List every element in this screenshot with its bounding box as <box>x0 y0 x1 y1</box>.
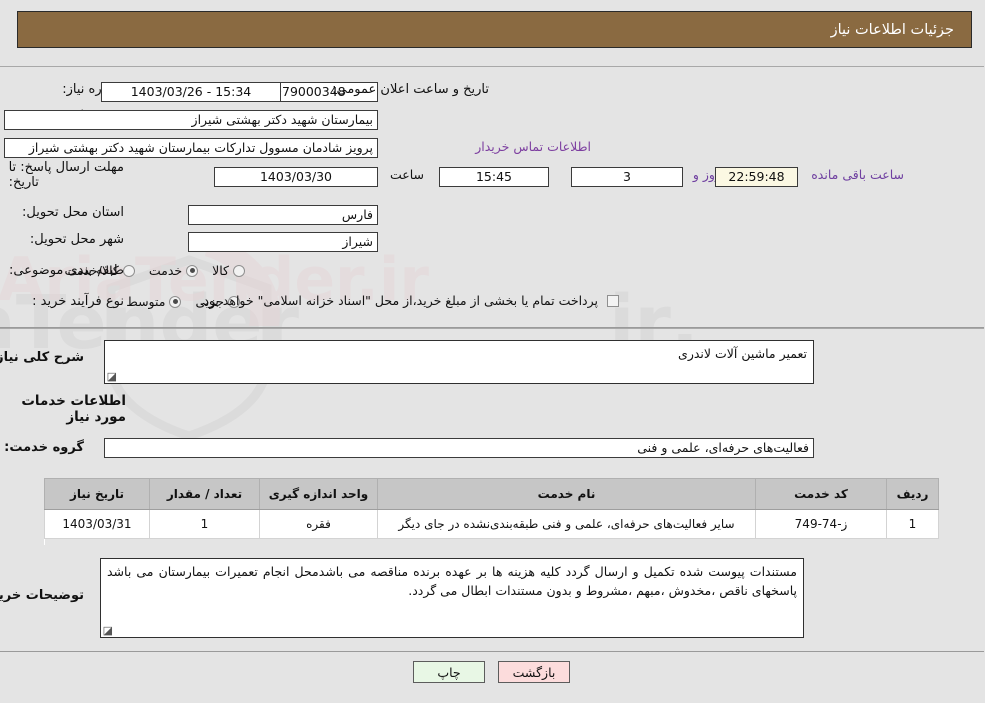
requester-value[interactable]: پرویز شادمان مسوول تدارکات بیمارستان شهی… <box>5 138 379 158</box>
days-remaining-value[interactable]: 3 <box>572 167 684 187</box>
radio-category-kala-khedmat-label: کالا/خدمت <box>65 263 120 278</box>
need-info-panel <box>0 66 985 328</box>
row-announce-label: تاریخ و ساعت اعلان عمومی: <box>329 82 490 97</box>
province-value[interactable]: فارس <box>189 205 379 225</box>
table-spacer-cell <box>45 538 940 545</box>
service-group-value[interactable]: فعالیت‌های حرفه‌ای، علمی و فنی <box>105 438 815 458</box>
service-items-table-wrap: ردیف کد خدمت نام خدمت واحد اندازه گیری ت… <box>45 478 940 545</box>
buyer-org-value[interactable]: بیمارستان شهید دکتر بهشتی شیراز <box>5 110 379 130</box>
cell-unit: فقره <box>260 509 379 539</box>
radio-category-khedmat-label: خدمت <box>149 263 184 278</box>
row-deadline-label: مهلت ارسال پاسخ: تا تاریخ: <box>6 160 125 190</box>
back-button[interactable]: بازگشت <box>499 661 571 683</box>
cell-quantity: 1 <box>150 509 261 539</box>
summary-textarea[interactable]: تعمیر ماشین آلات لاندری ◪ <box>105 340 815 384</box>
row-treasury: پرداخت تمام یا بخشی از مبلغ خرید،از محل … <box>200 293 625 308</box>
print-button[interactable]: چاپ <box>414 661 486 683</box>
th-need-date: تاریخ نیاز <box>45 478 151 510</box>
radio-process-motevaset[interactable] <box>170 295 183 308</box>
th-unit: واحد اندازه گیری <box>260 478 379 510</box>
notes-text: مستندات پیوست شده تکمیل و ارسال گردد کلی… <box>108 564 798 599</box>
row-contact-link: اطلاعات تماس خریدار <box>476 139 592 154</box>
notes-textarea-wrap: مستندات پیوست شده تکمیل و ارسال گردد کلی… <box>101 558 805 638</box>
radio-category-kala-label: کالا <box>213 263 230 278</box>
radio-category-kala-khedmat[interactable] <box>123 264 136 277</box>
cell-service-code: ز-74-749 <box>756 509 888 539</box>
deadline-label-line1: مهلت ارسال پاسخ: تا <box>9 160 125 175</box>
treasury-checkbox[interactable] <box>608 294 620 307</box>
countdown-value: 22:59:48 <box>716 167 799 187</box>
row-summary-label: شرح کلی نیاز: <box>0 350 85 365</box>
radio-category-khedmat[interactable] <box>187 264 200 277</box>
announce-date-value[interactable]: 15:34 - 1403/03/26 <box>102 82 282 102</box>
announce-date-label: تاریخ و ساعت اعلان عمومی: <box>333 82 490 97</box>
deadline-label-line2: تاریخ: <box>9 175 40 190</box>
th-quantity: تعداد / مقدار <box>150 478 261 510</box>
radio-category-kala[interactable] <box>234 264 246 277</box>
service-group-label: گروه خدمت: <box>5 440 85 455</box>
table-header-row: ردیف کد خدمت نام خدمت واحد اندازه گیری ت… <box>45 478 940 510</box>
row-province: استان محل تحویل: <box>19 205 125 220</box>
row-hour-label: ساعت <box>391 167 425 182</box>
summary-textarea-wrap: تعمیر ماشین آلات لاندری ◪ <box>105 340 815 384</box>
radio-process-motevaset-label: متوسط <box>127 294 167 309</box>
service-items-table: ردیف کد خدمت نام خدمت واحد اندازه گیری ت… <box>45 478 940 545</box>
buyer-contact-link[interactable]: اطلاعات تماس خریدار <box>476 139 592 154</box>
row-process-label: نوع فرآیند خرید : <box>29 294 125 309</box>
notes-resize-grip-icon[interactable]: ◪ <box>104 625 114 636</box>
cell-row-index: 1 <box>887 509 940 539</box>
row-notes-label: توضیحات خریدار: <box>0 588 85 603</box>
hour-label: ساعت <box>390 167 425 182</box>
table-row: 1 ز-74-749 سایر فعالیت‌های حرفه‌ای، علمی… <box>45 509 940 539</box>
notes-textarea[interactable]: مستندات پیوست شده تکمیل و ارسال گردد کلی… <box>101 558 805 638</box>
category-radio-group: کالا خدمت کالا/خدمت <box>55 263 250 278</box>
th-service-name: نام خدمت <box>378 478 757 510</box>
countdown-suffix-label: ساعت باقی مانده <box>812 167 905 182</box>
treasury-note-text: پرداخت تمام یا بخشی از مبلغ خرید،از محل … <box>200 293 599 308</box>
resize-grip-icon[interactable]: ◪ <box>108 371 118 382</box>
deadline-date-value[interactable]: 1403/03/30 <box>215 167 379 187</box>
summary-label: شرح کلی نیاز: <box>0 350 85 365</box>
row-countdown-suffix: ساعت باقی مانده <box>812 167 905 182</box>
city-label: شهر محل تحویل: <box>30 232 125 247</box>
action-button-bar: بازگشت چاپ <box>0 661 985 683</box>
th-row: ردیف <box>887 478 940 510</box>
cell-service-name: سایر فعالیت‌های حرفه‌ای، علمی و فنی طبقه… <box>378 509 757 539</box>
table-spacer-row <box>45 538 940 545</box>
row-city: شهر محل تحویل: <box>27 232 125 247</box>
process-label: نوع فرآیند خرید : <box>33 294 125 309</box>
deadline-time-value[interactable]: 15:45 <box>440 167 550 187</box>
services-section-heading: اطلاعات خدمات مورد نیاز <box>22 393 127 425</box>
row-service-group-label: گروه خدمت: <box>1 440 85 455</box>
province-label: استان محل تحویل: <box>23 205 125 220</box>
page-header: جزئیات اطلاعات نیاز <box>18 11 973 48</box>
city-value[interactable]: شیراز <box>189 232 379 252</box>
notes-label: توضیحات خریدار: <box>0 588 85 603</box>
cell-need-date: 1403/03/31 <box>45 509 151 539</box>
summary-text: تعمیر ماشین آلات لاندری <box>679 346 808 361</box>
page-title: جزئیات اطلاعات نیاز <box>831 21 955 38</box>
th-service-code: کد خدمت <box>756 478 888 510</box>
